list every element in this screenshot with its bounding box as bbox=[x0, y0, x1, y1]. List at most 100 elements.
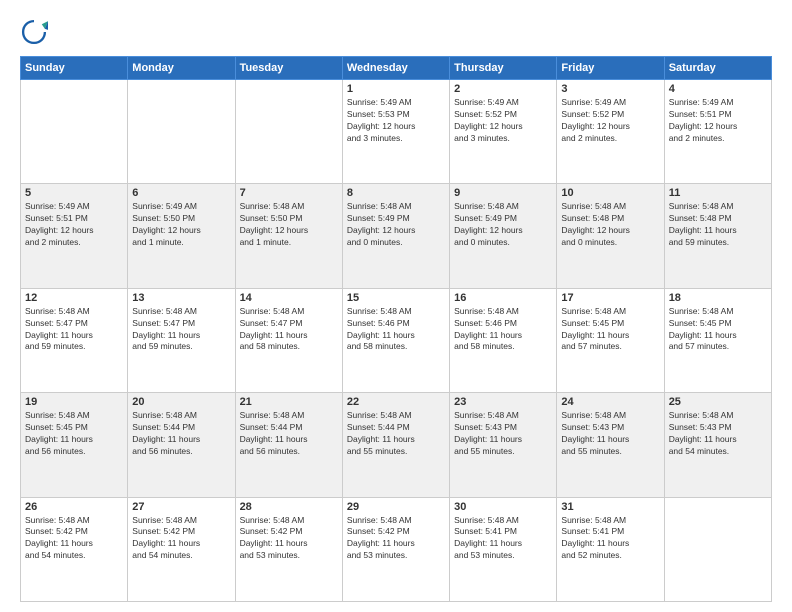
day-info: Sunrise: 5:48 AM Sunset: 5:42 PM Dayligh… bbox=[347, 515, 445, 563]
day-info: Sunrise: 5:48 AM Sunset: 5:50 PM Dayligh… bbox=[240, 201, 338, 249]
day-number: 31 bbox=[561, 501, 659, 513]
day-number: 24 bbox=[561, 396, 659, 408]
day-info: Sunrise: 5:48 AM Sunset: 5:47 PM Dayligh… bbox=[25, 306, 123, 354]
calendar-cell bbox=[128, 80, 235, 184]
weekday-header: Saturday bbox=[664, 57, 771, 80]
day-number: 22 bbox=[347, 396, 445, 408]
day-number: 20 bbox=[132, 396, 230, 408]
calendar-cell: 11 Sunrise: 5:48 AM Sunset: 5:48 PM Dayli… bbox=[664, 184, 771, 288]
day-number: 11 bbox=[669, 187, 767, 199]
day-info: Sunrise: 5:49 AM Sunset: 5:53 PM Dayligh… bbox=[347, 97, 445, 145]
day-number: 10 bbox=[561, 187, 659, 199]
day-info: Sunrise: 5:48 AM Sunset: 5:45 PM Dayligh… bbox=[561, 306, 659, 354]
day-number: 4 bbox=[669, 83, 767, 95]
calendar-cell: 23 Sunrise: 5:48 AM Sunset: 5:43 PM Dayli… bbox=[450, 393, 557, 497]
day-number: 9 bbox=[454, 187, 552, 199]
calendar-cell: 5 Sunrise: 5:49 AM Sunset: 5:51 PM Daylig… bbox=[21, 184, 128, 288]
day-info: Sunrise: 5:48 AM Sunset: 5:43 PM Dayligh… bbox=[561, 410, 659, 458]
day-info: Sunrise: 5:48 AM Sunset: 5:47 PM Dayligh… bbox=[132, 306, 230, 354]
day-info: Sunrise: 5:48 AM Sunset: 5:44 PM Dayligh… bbox=[240, 410, 338, 458]
weekday-header: Sunday bbox=[21, 57, 128, 80]
day-info: Sunrise: 5:48 AM Sunset: 5:48 PM Dayligh… bbox=[561, 201, 659, 249]
day-number: 14 bbox=[240, 292, 338, 304]
day-number: 3 bbox=[561, 83, 659, 95]
weekday-header: Tuesday bbox=[235, 57, 342, 80]
weekday-header: Friday bbox=[557, 57, 664, 80]
day-info: Sunrise: 5:48 AM Sunset: 5:43 PM Dayligh… bbox=[669, 410, 767, 458]
calendar-cell: 27 Sunrise: 5:48 AM Sunset: 5:42 PM Dayli… bbox=[128, 497, 235, 601]
calendar-table: SundayMondayTuesdayWednesdayThursdayFrid… bbox=[20, 56, 772, 602]
calendar-cell: 16Sunrise: 5:48 AM Sunset: 5:46 PM Dayli… bbox=[450, 288, 557, 392]
day-info: Sunrise: 5:49 AM Sunset: 5:52 PM Dayligh… bbox=[454, 97, 552, 145]
calendar-cell: 2 Sunrise: 5:49 AM Sunset: 5:52 PM Daylig… bbox=[450, 80, 557, 184]
day-info: Sunrise: 5:48 AM Sunset: 5:45 PM Dayligh… bbox=[25, 410, 123, 458]
calendar-cell bbox=[664, 497, 771, 601]
logo bbox=[20, 18, 52, 46]
calendar-week-row: 19 Sunrise: 5:48 AM Sunset: 5:45 PM Dayli… bbox=[21, 393, 772, 497]
calendar-cell: 19 Sunrise: 5:48 AM Sunset: 5:45 PM Dayli… bbox=[21, 393, 128, 497]
calendar-cell: 8 Sunrise: 5:48 AM Sunset: 5:49 PM Daylig… bbox=[342, 184, 449, 288]
day-info: Sunrise: 5:48 AM Sunset: 5:49 PM Dayligh… bbox=[347, 201, 445, 249]
calendar-cell: 22 Sunrise: 5:48 AM Sunset: 5:44 PM Dayli… bbox=[342, 393, 449, 497]
calendar-cell: 3Sunrise: 5:49 AM Sunset: 5:52 PM Daylig… bbox=[557, 80, 664, 184]
day-number: 28 bbox=[240, 501, 338, 513]
day-number: 18 bbox=[669, 292, 767, 304]
calendar-cell: 10 Sunrise: 5:48 AM Sunset: 5:48 PM Dayli… bbox=[557, 184, 664, 288]
day-number: 5 bbox=[25, 187, 123, 199]
calendar-cell: 7 Sunrise: 5:48 AM Sunset: 5:50 PM Daylig… bbox=[235, 184, 342, 288]
day-number: 19 bbox=[25, 396, 123, 408]
day-number: 7 bbox=[240, 187, 338, 199]
calendar-cell: 15 Sunrise: 5:48 AM Sunset: 5:46 PM Dayli… bbox=[342, 288, 449, 392]
calendar-cell: 28Sunrise: 5:48 AM Sunset: 5:42 PM Dayli… bbox=[235, 497, 342, 601]
day-number: 29 bbox=[347, 501, 445, 513]
weekday-header: Thursday bbox=[450, 57, 557, 80]
day-info: Sunrise: 5:48 AM Sunset: 5:46 PM Dayligh… bbox=[347, 306, 445, 354]
calendar-cell: 21 Sunrise: 5:48 AM Sunset: 5:44 PM Dayli… bbox=[235, 393, 342, 497]
day-number: 23 bbox=[454, 396, 552, 408]
calendar-cell: 20 Sunrise: 5:48 AM Sunset: 5:44 PM Dayli… bbox=[128, 393, 235, 497]
day-info: Sunrise: 5:49 AM Sunset: 5:51 PM Dayligh… bbox=[25, 201, 123, 249]
calendar-week-row: 1 Sunrise: 5:49 AM Sunset: 5:53 PM Daylig… bbox=[21, 80, 772, 184]
day-info: Sunrise: 5:48 AM Sunset: 5:42 PM Dayligh… bbox=[132, 515, 230, 563]
day-number: 2 bbox=[454, 83, 552, 95]
day-number: 8 bbox=[347, 187, 445, 199]
calendar-header-row: SundayMondayTuesdayWednesdayThursdayFrid… bbox=[21, 57, 772, 80]
day-number: 30 bbox=[454, 501, 552, 513]
day-info: Sunrise: 5:48 AM Sunset: 5:41 PM Dayligh… bbox=[454, 515, 552, 563]
calendar-cell: 1 Sunrise: 5:49 AM Sunset: 5:53 PM Daylig… bbox=[342, 80, 449, 184]
day-number: 16 bbox=[454, 292, 552, 304]
calendar-cell: 9 Sunrise: 5:48 AM Sunset: 5:49 PM Daylig… bbox=[450, 184, 557, 288]
day-info: Sunrise: 5:48 AM Sunset: 5:44 PM Dayligh… bbox=[347, 410, 445, 458]
day-number: 15 bbox=[347, 292, 445, 304]
calendar-week-row: 5 Sunrise: 5:49 AM Sunset: 5:51 PM Daylig… bbox=[21, 184, 772, 288]
page: SundayMondayTuesdayWednesdayThursdayFrid… bbox=[0, 0, 792, 612]
day-number: 27 bbox=[132, 501, 230, 513]
day-info: Sunrise: 5:48 AM Sunset: 5:43 PM Dayligh… bbox=[454, 410, 552, 458]
day-number: 1 bbox=[347, 83, 445, 95]
calendar-cell: 31 Sunrise: 5:48 AM Sunset: 5:41 PM Dayli… bbox=[557, 497, 664, 601]
calendar-cell: 13 Sunrise: 5:48 AM Sunset: 5:47 PM Dayli… bbox=[128, 288, 235, 392]
calendar-cell bbox=[21, 80, 128, 184]
calendar-cell: 25Sunrise: 5:48 AM Sunset: 5:43 PM Dayli… bbox=[664, 393, 771, 497]
calendar-cell: 24 Sunrise: 5:48 AM Sunset: 5:43 PM Dayli… bbox=[557, 393, 664, 497]
calendar-cell: 4 Sunrise: 5:49 AM Sunset: 5:51 PM Daylig… bbox=[664, 80, 771, 184]
day-number: 13 bbox=[132, 292, 230, 304]
day-info: Sunrise: 5:48 AM Sunset: 5:48 PM Dayligh… bbox=[669, 201, 767, 249]
calendar-cell: 12 Sunrise: 5:48 AM Sunset: 5:47 PM Dayli… bbox=[21, 288, 128, 392]
logo-icon bbox=[20, 18, 48, 46]
day-number: 12 bbox=[25, 292, 123, 304]
day-info: Sunrise: 5:48 AM Sunset: 5:41 PM Dayligh… bbox=[561, 515, 659, 563]
day-info: Sunrise: 5:48 AM Sunset: 5:44 PM Dayligh… bbox=[132, 410, 230, 458]
day-info: Sunrise: 5:48 AM Sunset: 5:45 PM Dayligh… bbox=[669, 306, 767, 354]
header bbox=[20, 18, 772, 46]
calendar-cell: 29 Sunrise: 5:48 AM Sunset: 5:42 PM Dayli… bbox=[342, 497, 449, 601]
day-number: 21 bbox=[240, 396, 338, 408]
day-info: Sunrise: 5:49 AM Sunset: 5:51 PM Dayligh… bbox=[669, 97, 767, 145]
calendar-cell: 14Sunrise: 5:48 AM Sunset: 5:47 PM Dayli… bbox=[235, 288, 342, 392]
calendar-week-row: 26Sunrise: 5:48 AM Sunset: 5:42 PM Dayli… bbox=[21, 497, 772, 601]
day-info: Sunrise: 5:48 AM Sunset: 5:49 PM Dayligh… bbox=[454, 201, 552, 249]
weekday-header: Monday bbox=[128, 57, 235, 80]
calendar-week-row: 12 Sunrise: 5:48 AM Sunset: 5:47 PM Dayli… bbox=[21, 288, 772, 392]
calendar-cell: 17Sunrise: 5:48 AM Sunset: 5:45 PM Dayli… bbox=[557, 288, 664, 392]
calendar-cell: 30 Sunrise: 5:48 AM Sunset: 5:41 PM Dayli… bbox=[450, 497, 557, 601]
